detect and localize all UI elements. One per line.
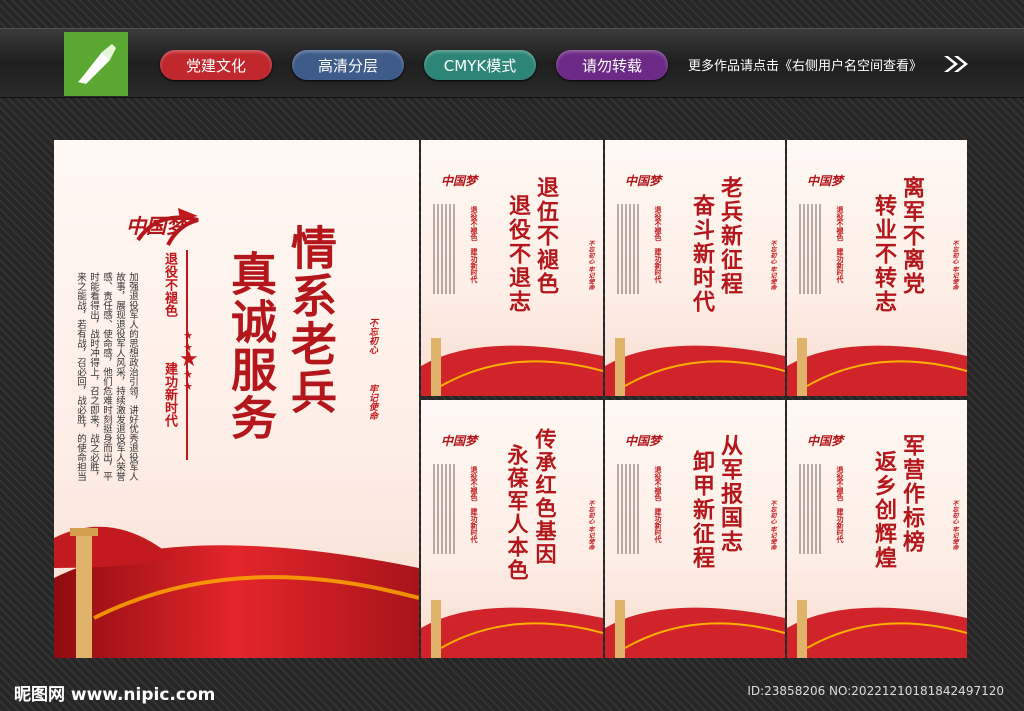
poster-5-sub1: 退役不褪色	[654, 466, 663, 501]
poster-5-line2: 卸甲新征程	[689, 450, 715, 570]
poster-6-seal: 不忘初心 牢记使命	[951, 500, 958, 551]
poster-2-seal: 不忘初心 牢记使命	[769, 240, 776, 291]
divider-line	[186, 250, 188, 460]
china-dream-logo: 中国梦	[625, 174, 662, 188]
poster-2-sub2: 建功新时代	[654, 248, 663, 283]
red-ribbon-swoosh	[421, 600, 603, 658]
poster-6-sub2: 建功新时代	[836, 508, 845, 543]
image-id-text: ID:23858206 NO:20221210181842497120	[747, 684, 1004, 698]
star-ornament-icon: ★ ★ ★ ★ ★	[179, 329, 199, 393]
poster-1-sub2: 建功新时代	[470, 248, 479, 283]
china-dream-logo: 中国梦	[807, 434, 844, 448]
poster-6-body-lines	[799, 464, 821, 554]
red-ribbon-swoosh	[787, 338, 967, 396]
poster-4-line2: 永葆军人本色	[505, 444, 530, 582]
poster-1-line1: 退伍不褪色	[533, 176, 559, 296]
main-body-text: 加强退役军人的思想政治引领，讲好优秀退役军人故事，展现退役军人风采，持续激发退役…	[75, 272, 138, 481]
poster-5-seal: 不忘初心 牢记使命	[769, 500, 776, 551]
more-works-text[interactable]: 更多作品请点击《右侧用户名空间查看》	[688, 55, 922, 74]
poster-1-line2: 退役不退志	[505, 194, 531, 314]
red-ribbon-swoosh	[421, 338, 603, 396]
poster-4-body-lines	[433, 464, 455, 554]
china-dream-logo: 中国梦	[807, 174, 844, 188]
poster-3: 中国梦 离军不离党 转业不转志 退役不褪色 建功新时代 不忘初心 牢记使命	[787, 140, 967, 396]
poster-6: 中国梦 军营作标榜 返乡创辉煌 退役不褪色 建功新时代 不忘初心 牢记使命	[787, 400, 967, 658]
poster-3-seal: 不忘初心 牢记使命	[951, 240, 958, 291]
site-watermark[interactable]: 昵图网 www.nipic.com	[14, 680, 215, 705]
china-dream-logo: 中国梦	[441, 434, 478, 448]
poster-6-line1: 军营作标榜	[899, 434, 925, 554]
poster-5-body-lines	[617, 464, 639, 554]
double-chevron-right-icon[interactable]	[942, 54, 970, 74]
poster-5-sub2: 建功新时代	[654, 508, 663, 543]
poster-3-body-lines	[799, 204, 821, 294]
main-title-col2: 真诚服务	[224, 250, 278, 442]
red-ribbon-swoosh	[605, 600, 785, 658]
poster-3-line2: 转业不转志	[871, 194, 897, 314]
red-ribbon-swoosh	[54, 526, 419, 658]
seal-text-2: 牢记使命	[367, 384, 377, 420]
red-ribbon-swoosh	[605, 338, 785, 396]
poster-6-line2: 返乡创辉煌	[871, 450, 897, 570]
poster-4-sub1: 退役不褪色	[470, 466, 479, 501]
tag-hd-layers[interactable]: 高清分层	[292, 50, 404, 80]
tag-cmyk-mode[interactable]: CMYK模式	[424, 50, 536, 80]
poster-2-sub1: 退役不褪色	[654, 206, 663, 241]
poster-4: 中国梦 传承红色基因 永葆军人本色 退役不褪色 建功新时代 不忘初心 牢记使命	[421, 400, 603, 658]
poster-4-sub2: 建功新时代	[470, 508, 479, 543]
poster-4-line1: 传承红色基因	[533, 428, 558, 566]
seal-text-1: 不忘初心	[367, 318, 377, 354]
pen-logo-icon[interactable]	[64, 32, 128, 96]
poster-2: 中国梦 老兵新征程 奋斗新时代 退役不褪色 建功新时代 不忘初心 牢记使命	[605, 140, 785, 396]
poster-2-body-lines	[617, 204, 639, 294]
tag-no-repost[interactable]: 请勿转载	[556, 50, 668, 80]
red-flag-brush-icon	[136, 208, 199, 246]
poster-1: 中国梦 退伍不褪色 退役不退志 退役不褪色 建功新时代 不忘初心 牢记使命	[421, 140, 603, 396]
poster-4-seal: 不忘初心 牢记使命	[587, 500, 594, 551]
main-poster: 中国梦 情系老兵 真诚服务 ★ ★ ★ ★ ★ 退役不褪色 建功新时代 加强退役军人的思…	[54, 140, 419, 658]
poster-3-line1: 离军不离党	[899, 176, 925, 296]
poster-5-line1: 从军报国志	[717, 434, 743, 554]
poster-1-body-lines	[433, 204, 455, 294]
poster-1-sub1: 退役不褪色	[470, 206, 479, 241]
china-dream-logo: 中国梦	[625, 434, 662, 448]
poster-1-seal: 不忘初心 牢记使命	[587, 240, 594, 291]
main-sub1: 退役不褪色	[162, 252, 177, 317]
poster-2-line1: 老兵新征程	[717, 176, 743, 296]
china-dream-logo: 中国梦	[441, 174, 478, 188]
main-sub2: 建功新时代	[162, 362, 177, 427]
tag-party-culture[interactable]: 党建文化	[160, 50, 272, 80]
red-ribbon-swoosh	[787, 600, 967, 658]
main-title-col1: 情系老兵	[284, 224, 338, 416]
poster-2-line2: 奋斗新时代	[689, 194, 715, 314]
poster-5: 中国梦 从军报国志 卸甲新征程 退役不褪色 建功新时代 不忘初心 牢记使命	[605, 400, 785, 658]
poster-3-sub1: 退役不褪色	[836, 206, 845, 241]
poster-3-sub2: 建功新时代	[836, 248, 845, 283]
poster-6-sub1: 退役不褪色	[836, 466, 845, 501]
